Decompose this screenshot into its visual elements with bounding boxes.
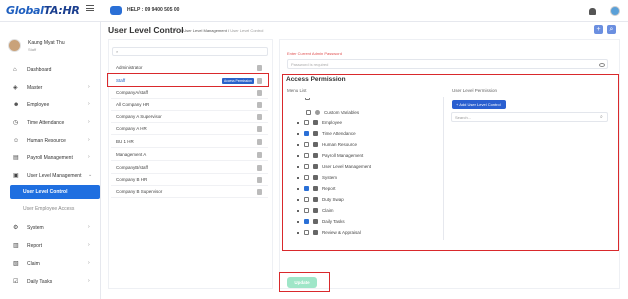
user-avatar: [8, 39, 21, 52]
profile-avatar[interactable]: [610, 6, 620, 16]
search-icon: ⌕: [116, 49, 119, 54]
list-item[interactable]: Company B HR: [111, 174, 268, 186]
delete-icon[interactable]: [257, 177, 262, 183]
update-highlight-box: [279, 272, 330, 292]
system-icon: ⚙: [13, 225, 19, 231]
clock-icon: ◷: [13, 120, 19, 126]
breadcrumb-parent[interactable]: User Level Management: [183, 28, 227, 33]
sidebar-item-daily-tasks[interactable]: ☑ Daily Tasks ›: [0, 275, 100, 289]
sidebar-item-claim[interactable]: ▧ Claim ›: [0, 257, 100, 271]
chevron-right-icon: ›: [88, 260, 90, 266]
chevron-right-icon: ›: [88, 224, 90, 230]
sidebar-item-system[interactable]: ⚙ System ›: [0, 221, 100, 235]
user-role: Staff: [28, 47, 37, 52]
delete-icon[interactable]: [257, 65, 262, 71]
page-title: User Level Control: [108, 25, 184, 35]
add-icon[interactable]: +: [594, 25, 603, 34]
report-icon: ▥: [13, 243, 19, 249]
delete-icon[interactable]: [257, 165, 262, 171]
breadcrumb: / User Level Management / User Level Con…: [181, 28, 263, 33]
sidebar-item-report[interactable]: ▥ Report ›: [0, 239, 100, 253]
sidebar-item-user-employee-access[interactable]: User Employee Access: [0, 202, 100, 216]
help-text: HELP : 09 9400 505 00: [127, 7, 180, 13]
sidebar-item-human-resource[interactable]: ☺ Human Resource ›: [0, 134, 100, 148]
sidebar-item-payroll[interactable]: ▤ Payroll Management ›: [0, 151, 100, 165]
chevron-right-icon: ›: [88, 119, 90, 125]
list-item[interactable]: CompanyB/staff: [111, 162, 268, 174]
eye-icon[interactable]: [599, 63, 605, 67]
menu-toggle-icon[interactable]: [86, 5, 94, 11]
help-phone-icon: [110, 6, 122, 15]
delete-icon[interactable]: [257, 152, 262, 158]
chevron-right-icon: ›: [88, 101, 90, 107]
people-icon: ☺: [13, 138, 20, 144]
home-icon: ⌂: [13, 67, 17, 73]
chevron-right-icon: ›: [88, 242, 90, 248]
list-item[interactable]: CompanyA/staff: [111, 87, 268, 99]
list-item[interactable]: Company A Supervisor: [111, 111, 268, 123]
password-input[interactable]: Password is required: [287, 59, 608, 69]
user-name: Kaung Myat Thu: [28, 40, 65, 46]
delete-icon[interactable]: [257, 189, 262, 195]
delete-icon[interactable]: [257, 139, 262, 145]
delete-icon[interactable]: [257, 90, 262, 96]
delete-icon[interactable]: [257, 126, 262, 132]
claim-icon: ▧: [13, 261, 19, 267]
user-level-icon: ▣: [13, 173, 19, 179]
level-search-input[interactable]: ⌕: [112, 47, 268, 56]
breadcrumb-separator: /: [227, 28, 230, 33]
list-item[interactable]: Company A HR: [111, 123, 268, 135]
chevron-right-icon: ›: [88, 84, 90, 90]
notification-bell-icon[interactable]: [589, 8, 596, 15]
payroll-icon: ▤: [13, 155, 19, 161]
sidebar-item-master[interactable]: ◈ Master ›: [0, 81, 100, 95]
list-item[interactable]: Company B Supervisor: [111, 186, 268, 198]
app-logo[interactable]: GlobalTA:HR: [6, 4, 80, 17]
sidebar-item-user-level-management[interactable]: ▣ User Level Management ⌄: [0, 169, 100, 183]
sidebar-item-employee[interactable]: ☻ Employee ›: [0, 98, 100, 112]
users-icon: ☻: [13, 102, 20, 108]
tasks-icon: ☑: [13, 279, 19, 285]
delete-icon[interactable]: [257, 102, 262, 108]
sidebar-item-time-attendance[interactable]: ◷ Time Attendance ›: [0, 116, 100, 130]
chevron-right-icon: ›: [88, 137, 90, 143]
list-item[interactable]: Management A: [111, 149, 268, 161]
sidebar: Kaung Myat Thu Staff ⌂ Dashboard ◈ Maste…: [0, 22, 101, 299]
delete-icon[interactable]: [257, 114, 262, 120]
chevron-right-icon: ›: [88, 278, 90, 284]
staff-highlight-box: [107, 73, 269, 87]
search-toggle-icon[interactable]: ⌕: [607, 25, 616, 34]
sidebar-item-user-level-control[interactable]: User Level Control: [10, 185, 100, 199]
chevron-right-icon: ›: [88, 154, 90, 160]
sidebar-item-dashboard[interactable]: ⌂ Dashboard: [0, 63, 100, 77]
breadcrumb-home-icon[interactable]: ⌂: [174, 27, 178, 33]
breadcrumb-separator: /: [181, 28, 183, 33]
shield-icon: ◈: [13, 85, 18, 91]
list-item[interactable]: All Company HR: [111, 99, 268, 111]
top-bar: GlobalTA:HR HELP : 09 9400 505 00: [0, 0, 628, 22]
password-label: Enter Current Admin Password: [287, 51, 342, 56]
access-permission-highlight-box: [282, 74, 619, 251]
list-item[interactable]: BU 1 HR: [111, 136, 268, 148]
breadcrumb-current: User Level Control: [230, 28, 264, 33]
chevron-down-icon: ⌄: [88, 172, 93, 178]
